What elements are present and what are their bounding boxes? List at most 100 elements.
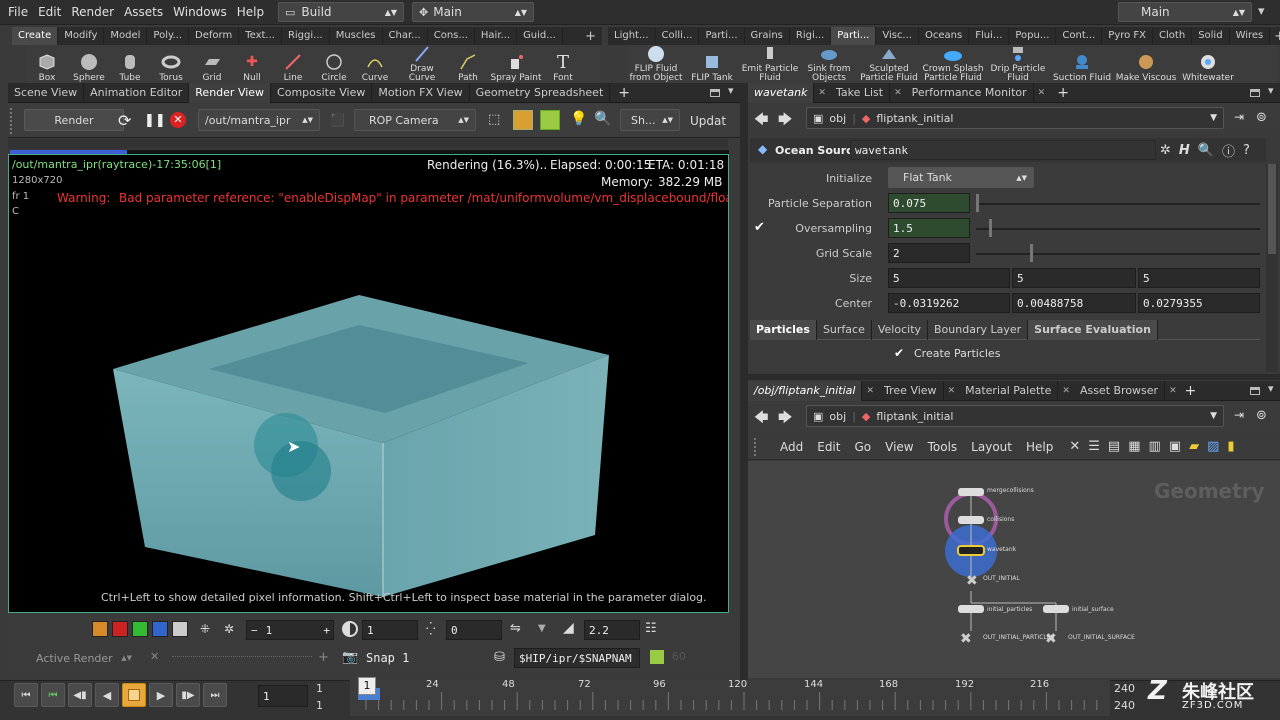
node-name-field[interactable]: wavetank (850, 140, 1156, 160)
maximize-pane-icon[interactable] (1250, 88, 1260, 97)
path-node[interactable]: fliptank_initial (876, 410, 953, 423)
tool-path[interactable]: Path (448, 45, 488, 83)
menu-edit[interactable]: Edit (817, 440, 840, 454)
oversampling-slider-track[interactable] (976, 228, 1260, 230)
network-editor[interactable]: Geometry ✖ ✖ ✖ mergecollisions collision… (748, 461, 1280, 678)
tool-circle[interactable]: Circle (314, 45, 354, 83)
gamma-curve-icon[interactable]: ◢ (563, 620, 574, 636)
tab-tree-view[interactable]: Tree View (878, 380, 944, 401)
tab-composite-view[interactable]: Composite View (271, 82, 373, 103)
oversampling-slider-handle[interactable] (989, 219, 992, 237)
lut-dropdown-icon[interactable]: ▼ (538, 623, 546, 634)
stop-icon[interactable]: ✕ (170, 112, 186, 128)
shelf-tab[interactable]: Solid (1192, 27, 1230, 45)
close-tab-icon[interactable]: ✕ (866, 386, 874, 396)
subtab-boundary-layer[interactable]: Boundary Layer (928, 319, 1029, 340)
menu-tools[interactable]: Tools (928, 440, 958, 454)
close-tab-icon[interactable]: ✕ (818, 88, 826, 98)
tool-torus[interactable]: Torus (150, 45, 192, 83)
end-frame[interactable]: 240 (1114, 682, 1135, 695)
shelf-tab[interactable]: Parti... (831, 27, 877, 45)
tab-motion-fx-view[interactable]: Motion FX View (372, 82, 470, 103)
add-tab-icon[interactable]: + (1057, 85, 1069, 101)
node-label[interactable]: initial_surface (1072, 606, 1114, 613)
pane-menu-icon[interactable]: ▾ (1268, 382, 1274, 395)
tool-drip-particle-fluid[interactable]: Drip Particle Fluid (986, 45, 1050, 83)
shelf-tab[interactable]: Grains (745, 27, 790, 45)
network-path-field[interactable]: ▣ obj | ◆ fliptank_initial ▼ (806, 405, 1224, 427)
lut-icon[interactable]: ⇋ (510, 621, 521, 636)
tab-wavetank[interactable]: wavetank (748, 82, 815, 103)
current-frame-field[interactable]: 1 (258, 685, 308, 707)
image-icon[interactable]: ▨ (1207, 439, 1219, 454)
path-node[interactable]: fliptank_initial (876, 112, 953, 125)
play-icon[interactable]: ▶ (149, 683, 173, 707)
show-dropdown[interactable]: Sh... ▲▼ (620, 109, 680, 131)
tab-take-list[interactable]: Take List (830, 82, 891, 103)
shelf-tab[interactable]: Guid... (517, 27, 563, 45)
help-icon[interactable]: ? (1243, 143, 1250, 158)
close-tab-icon[interactable]: ✕ (1038, 88, 1046, 98)
shelf-tab[interactable]: Wires (1230, 27, 1271, 45)
menu-add[interactable]: Add (780, 440, 803, 454)
tool-crown-splash[interactable]: Crown Splash Particle Fluid (920, 45, 986, 83)
tab-material-palette[interactable]: Material Palette (959, 380, 1059, 401)
gamma-icon[interactable]: ⁜ (200, 622, 210, 636)
exposure-field[interactable]: 1 (362, 620, 418, 640)
step-forward-icon[interactable]: ▮▶ (176, 683, 200, 707)
shelf-tab[interactable]: Hair... (475, 27, 518, 45)
minus-icon[interactable]: − (251, 624, 258, 637)
separation-slider-track[interactable] (976, 203, 1260, 205)
size-y-field[interactable]: 5 (1012, 268, 1136, 288)
search-icon[interactable]: 🔍 (1198, 143, 1214, 158)
pane-menu-icon[interactable]: ▾ (1268, 84, 1274, 97)
jump-start-icon[interactable]: ⏮ (14, 683, 38, 707)
tools-icon[interactable]: ✕ (1069, 439, 1080, 454)
back-arrow-icon[interactable]: 🡄 (754, 407, 768, 431)
forward-arrow-icon[interactable]: 🡆 (778, 407, 792, 431)
tool-line[interactable]: Line (272, 45, 314, 83)
dock-arrow-icon[interactable]: ▾ (1258, 4, 1265, 19)
back-arrow-icon[interactable]: 🡄 (754, 109, 768, 133)
zoom-icon[interactable]: 🔍 (594, 111, 611, 127)
shelf-tab[interactable]: Parti... (699, 27, 745, 45)
snapshot-slider[interactable] (172, 656, 312, 660)
region-icon[interactable]: ⬚ (488, 112, 500, 127)
pane-menu-icon[interactable]: ▾ (728, 84, 734, 97)
shelf-tab[interactable]: Deform (189, 27, 240, 45)
display-options-icon[interactable]: ☷ (645, 621, 657, 636)
stop-icon[interactable] (122, 683, 146, 707)
tool-tube[interactable]: Tube (110, 45, 150, 83)
blue-channel-button[interactable] (152, 621, 168, 637)
menu-help[interactable]: Help (1026, 440, 1053, 454)
shelf-tab[interactable]: Cloth (1153, 27, 1193, 45)
grid-view-icon[interactable]: ▦ (1128, 439, 1140, 454)
note-icon[interactable]: ▰ (1189, 439, 1199, 454)
pin-icon[interactable]: ⇥ (1234, 408, 1244, 422)
render-view[interactable]: ➤ /out/mantra_ipr(raytrace)-17:35:06[1] … (8, 154, 729, 613)
separation-field[interactable]: 0.075 (888, 193, 970, 213)
oversampling-field[interactable]: 1.5 (888, 218, 970, 238)
desktop-dropdown[interactable]: ✥ Main ▲▼ (412, 2, 534, 22)
tab-asset-browser[interactable]: Asset Browser (1074, 380, 1166, 401)
initialize-dropdown[interactable]: Flat Tank ▲▼ (888, 167, 1034, 188)
param-path-field[interactable]: ▣ obj | ◆ fliptank_initial ▼ (806, 107, 1224, 129)
close-tab-icon[interactable]: ✕ (948, 386, 956, 396)
save-icon[interactable]: ⛁ (494, 650, 505, 665)
tool-flip-fluid-from-object[interactable]: FLIP Fluid from Object (628, 45, 684, 83)
tool-suction-fluid[interactable]: Suction Fluid (1050, 45, 1114, 83)
node-label[interactable]: mergecollisions (987, 487, 1034, 494)
build-dropdown[interactable]: ▭ Build ▲▼ (278, 2, 404, 22)
menu-view[interactable]: View (885, 440, 913, 454)
snapshot-icon[interactable] (513, 110, 533, 130)
subtab-velocity[interactable]: Velocity (872, 319, 929, 340)
gear-icon[interactable]: ✲ (1160, 143, 1171, 158)
step-start-icon[interactable]: ⏮ (41, 683, 65, 707)
green-channel-button[interactable] (132, 621, 148, 637)
node-label[interactable]: wavetank (987, 546, 1016, 553)
link-icon[interactable]: ⊚ (1256, 408, 1267, 423)
close-tab-icon[interactable]: ✕ (894, 88, 902, 98)
add-shelf-icon[interactable]: + (1274, 29, 1280, 44)
render-button[interactable]: Render (24, 109, 124, 131)
shelf-tab[interactable]: Modify (58, 27, 105, 45)
